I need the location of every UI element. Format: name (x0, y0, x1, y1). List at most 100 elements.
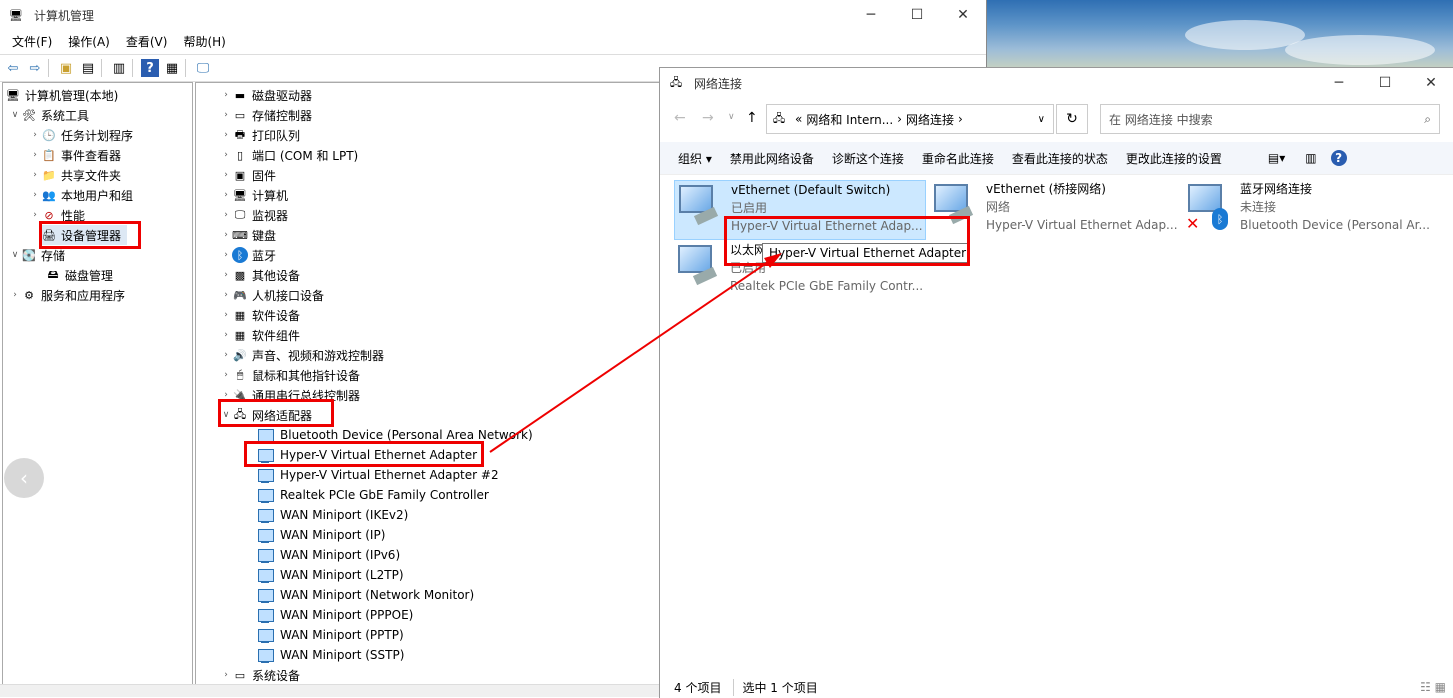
chevron-right-icon[interactable]: › (220, 150, 232, 160)
network-adapter-item[interactable]: WAN Miniport (PPPOE) (258, 605, 413, 625)
network-adapter-item[interactable]: WAN Miniport (IKEv2) (258, 505, 408, 525)
network-adapter-item[interactable]: WAN Miniport (PPTP) (258, 625, 404, 645)
maximize-button[interactable]: ☐ (894, 0, 940, 30)
menu-action[interactable]: 操作(A) (68, 33, 110, 50)
network-adapter-item[interactable]: Hyper-V Virtual Ethernet Adapter #2 (258, 465, 499, 485)
chevron-right-icon[interactable]: › (220, 350, 232, 360)
menu-file[interactable]: 文件(F) (12, 33, 52, 50)
device-category-row[interactable]: › ⌨ 键盘 (220, 225, 276, 245)
device-category-row[interactable]: › ▣ 固件 (220, 165, 276, 185)
preview-pane-icon[interactable]: ▥ (1305, 151, 1316, 165)
maximize-button[interactable]: ☐ (1362, 68, 1408, 98)
forward-icon[interactable]: ⇨ (26, 59, 44, 77)
network-adapter-item[interactable]: WAN Miniport (IPv6) (258, 545, 400, 565)
action-pane-icon[interactable]: ▦ (163, 59, 181, 77)
chevron-right-icon[interactable]: › (29, 190, 41, 200)
tree-item-event-viewer[interactable]: › 📋 事件查看器 (29, 145, 121, 165)
refresh-button[interactable]: ↻ (1056, 104, 1088, 134)
tree-item-shared-folders[interactable]: › 📁 共享文件夹 (29, 165, 121, 185)
address-dropdown-icon[interactable]: ∨ (1038, 114, 1045, 125)
device-category-row[interactable]: › 🖶 打印队列 (220, 125, 300, 145)
tree-item-system-tools[interactable]: ∨ 🛠 系统工具 (9, 105, 89, 125)
device-category-row[interactable]: › ▦ 软件设备 (220, 305, 300, 325)
tree-item-services-apps[interactable]: › ⚙ 服务和应用程序 (9, 285, 125, 305)
change-settings-button[interactable]: 更改此连接的设置 (1126, 150, 1222, 167)
chevron-right-icon[interactable]: › (220, 270, 232, 280)
recent-dropdown-icon[interactable]: ∨ (728, 112, 735, 122)
chevron-right-icon[interactable]: › (9, 290, 21, 300)
chevron-right-icon[interactable]: › (220, 310, 232, 320)
up-arrow-icon[interactable]: ↑ (746, 110, 758, 126)
view-toggle-icon[interactable]: ☷ ▦ (1420, 680, 1446, 694)
minimize-button[interactable]: ─ (1316, 68, 1362, 98)
device-category-row[interactable]: › 🖥 计算机 (220, 185, 288, 205)
chevron-down-icon[interactable]: ∨ (9, 250, 21, 260)
back-icon[interactable]: ⇦ (4, 59, 22, 77)
device-category-row[interactable]: › 🎮 人机接口设备 (220, 285, 324, 305)
chevron-right-icon[interactable]: › (220, 250, 232, 260)
close-button[interactable]: ✕ (1408, 68, 1453, 98)
network-adapter-item[interactable]: Realtek PCIe GbE Family Controller (258, 485, 489, 505)
tree-item-task-scheduler[interactable]: › 🕒 任务计划程序 (29, 125, 133, 145)
device-category-row[interactable]: › 🔊 声音、视频和游戏控制器 (220, 345, 384, 365)
up-folder-icon[interactable]: ▣ (57, 59, 75, 77)
connection-bluetooth[interactable]: ✕ ᛒ 蓝牙网络连接 未连接 Bluetooth Device (Persona… (1184, 180, 1444, 238)
address-bar[interactable]: 🖧 « 网络和 Intern... › 网络连接 › ∨ (766, 104, 1054, 134)
device-category-row[interactable]: › 🖵 监视器 (220, 205, 288, 225)
search-icon[interactable]: ⌕ (1424, 112, 1431, 127)
breadcrumb-network-internet[interactable]: 网络和 Intern... (806, 111, 893, 128)
help-icon[interactable]: ? (1330, 150, 1347, 166)
rename-button[interactable]: 重命名此连接 (922, 150, 994, 167)
chevron-right-icon[interactable]: › (220, 330, 232, 340)
show-tree-icon[interactable]: ▤ (79, 59, 97, 77)
menu-help[interactable]: 帮助(H) (183, 33, 225, 50)
monitor-icon[interactable]: 🖵 (194, 59, 212, 77)
chevron-right-icon[interactable]: › (220, 110, 232, 120)
chevron-right-icon[interactable]: › (220, 190, 232, 200)
view-options-icon[interactable]: ▤▾ (1268, 151, 1285, 165)
chevron-right-icon[interactable]: › (220, 370, 232, 380)
device-category-row[interactable]: › ▯ 端口 (COM 和 LPT) (220, 145, 358, 165)
organize-button[interactable]: 组织 ▾ (678, 150, 712, 167)
chevron-right-icon[interactable]: › (29, 170, 41, 180)
network-adapter-item[interactable]: WAN Miniport (SSTP) (258, 645, 404, 665)
help-icon[interactable]: ? (141, 59, 159, 77)
chevron-right-icon[interactable]: › (220, 210, 232, 220)
network-adapter-item[interactable]: WAN Miniport (Network Monitor) (258, 585, 474, 605)
chevron-right-icon[interactable]: › (220, 170, 232, 180)
view-status-button[interactable]: 查看此连接的状态 (1012, 150, 1108, 167)
tree-item-computer-management[interactable]: 🖥 计算机管理(本地) (5, 85, 118, 105)
device-category-row[interactable]: › ᛒ 蓝牙 (220, 245, 276, 265)
diagnose-button[interactable]: 诊断这个连接 (832, 150, 904, 167)
chevron-right-icon[interactable]: › (220, 230, 232, 240)
chevron-right-icon[interactable]: › (220, 130, 232, 140)
tree-item-local-users[interactable]: › 👥 本地用户和组 (29, 185, 133, 205)
chevron-right-icon[interactable]: › (220, 290, 232, 300)
previous-arrow-icon[interactable]: ‹ (4, 458, 44, 498)
device-category-row[interactable]: › ▭ 存储控制器 (220, 105, 312, 125)
chevron-down-icon[interactable]: ∨ (9, 110, 21, 120)
tree-item-disk-management[interactable]: 🖴 磁盘管理 (45, 265, 113, 285)
breadcrumb-overflow[interactable]: « (795, 112, 802, 126)
chevron-right-icon[interactable]: › (220, 90, 232, 100)
device-category-row[interactable]: › 🖱 鼠标和其他指针设备 (220, 365, 360, 385)
close-button[interactable]: ✕ (940, 0, 986, 30)
menu-view[interactable]: 查看(V) (126, 33, 168, 50)
network-adapter-item[interactable]: WAN Miniport (L2TP) (258, 565, 404, 585)
device-category-row[interactable]: › ▬ 磁盘驱动器 (220, 85, 312, 105)
chevron-right-icon[interactable]: › (29, 210, 41, 220)
search-input[interactable]: 在 网络连接 中搜索 ⌕ (1100, 104, 1440, 134)
device-category-row[interactable]: › ▦ 软件组件 (220, 325, 300, 345)
disable-device-button[interactable]: 禁用此网络设备 (730, 150, 814, 167)
properties-icon[interactable]: ▥ (110, 59, 128, 77)
chevron-right-icon[interactable]: › (220, 670, 232, 680)
device-category-row[interactable]: › ▩ 其他设备 (220, 265, 300, 285)
chevron-right-icon[interactable]: › (29, 150, 41, 160)
network-adapter-item[interactable]: WAN Miniport (IP) (258, 525, 385, 545)
forward-arrow-icon[interactable]: → (702, 110, 714, 126)
minimize-button[interactable]: ─ (848, 0, 894, 30)
breadcrumb-network-connections[interactable]: 网络连接 (906, 111, 954, 128)
device-category-system-devices[interactable]: › ▭ 系统设备 (220, 665, 300, 685)
chevron-right-icon[interactable]: › (29, 130, 41, 140)
back-arrow-icon[interactable]: ← (674, 110, 686, 126)
